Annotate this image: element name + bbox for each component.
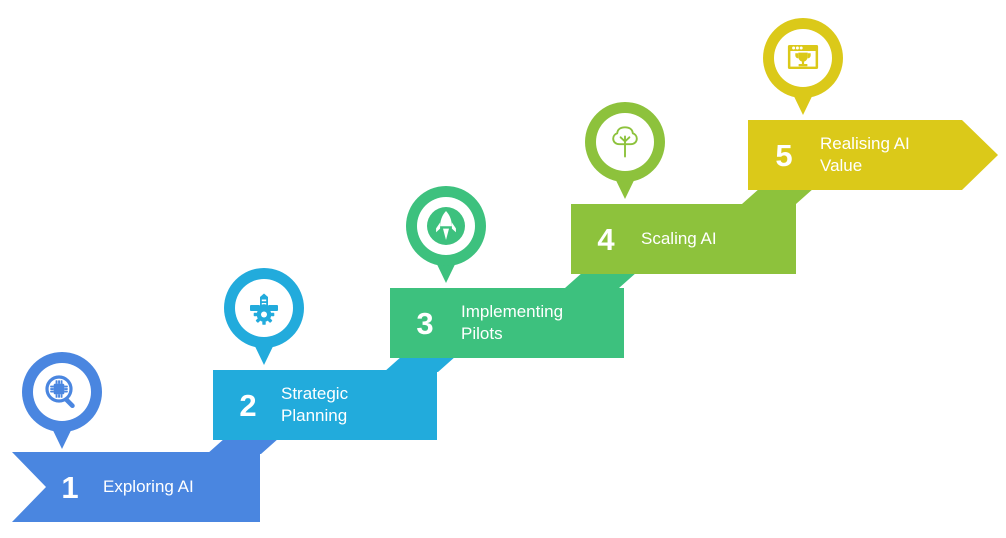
step-pin-marker[interactable]	[220, 264, 308, 368]
step-banner[interactable]: 5 Realising AI Value	[748, 120, 998, 190]
trophy-browser-icon	[787, 45, 819, 69]
step-number: 5	[775, 137, 793, 173]
step-number: 2	[239, 387, 257, 423]
step-pin-marker[interactable]	[581, 98, 669, 202]
pin-shape	[22, 352, 102, 449]
step-banner[interactable]: 4 Scaling AI	[571, 204, 796, 274]
step-banner[interactable]: 1 Exploring AI	[12, 452, 260, 522]
step-pin-marker[interactable]	[402, 182, 490, 286]
pin-shape	[763, 18, 843, 115]
step-connector-fold	[384, 356, 456, 372]
step-banner[interactable]: 2 Strategic Planning	[213, 370, 437, 440]
step-label: Realising AI Value	[820, 134, 910, 175]
pin-shape	[406, 186, 486, 283]
infographic-stage: 1 Exploring AI 2 Strategic Planning 3 Impleme…	[0, 0, 1006, 538]
step-label: Scaling AI	[641, 229, 717, 248]
step-pin-marker[interactable]	[18, 348, 106, 452]
pin-shape	[585, 102, 665, 199]
step-number: 3	[416, 305, 434, 341]
step-number: 1	[61, 469, 79, 505]
step-connector-fold	[565, 272, 637, 288]
step-banner[interactable]: 3 Implementing Pilots	[390, 288, 624, 358]
step-connector-fold	[207, 438, 279, 454]
step-label: Exploring AI	[103, 477, 194, 496]
pin-shape	[224, 268, 304, 365]
step-number: 4	[597, 221, 615, 257]
step-label: Implementing Pilots	[461, 302, 564, 343]
step-pin-marker[interactable]	[759, 14, 847, 118]
step-connector-fold	[742, 188, 814, 204]
step-label: Strategic Planning	[281, 384, 349, 425]
